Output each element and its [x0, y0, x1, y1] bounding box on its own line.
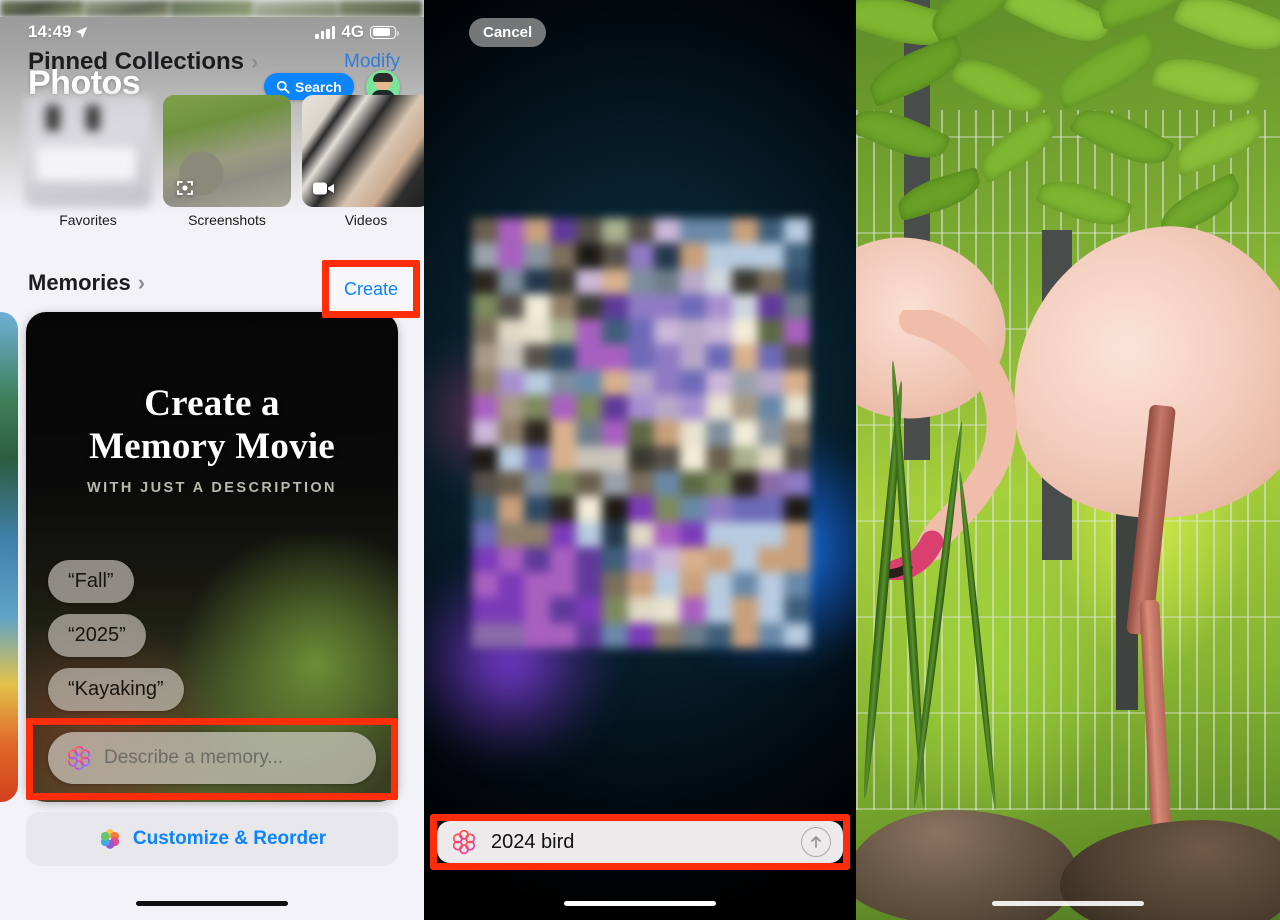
memory-card-title-line2: Memory Movie	[89, 426, 335, 468]
generating-preview-image	[472, 218, 810, 648]
apple-intelligence-icon	[452, 829, 476, 855]
search-label: Search	[295, 78, 342, 95]
suggestion-chip-fall[interactable]: “Fall”	[48, 560, 134, 603]
cancel-button[interactable]: Cancel	[469, 18, 547, 47]
memory-generation-panel: Cancel 2024 bird	[424, 0, 856, 920]
describe-a-memory-placeholder: Describe a memory...	[104, 747, 284, 768]
status-bar: 14:49 4G	[0, 17, 424, 47]
customize-and-reorder-button[interactable]: Customize & Reorder	[26, 812, 398, 866]
status-time: 14:49	[28, 22, 72, 41]
magnifier-icon	[276, 80, 290, 94]
prompt-value: 2024 bird	[491, 830, 575, 853]
blurred-photo-grid-strip	[0, 0, 424, 17]
memory-card-subtitle: WITH JUST A DESCRIPTION	[87, 480, 337, 496]
battery-icon	[370, 25, 399, 39]
three-panel-screenshot: 14:49 4G Pinned Collections › Modify Pho…	[0, 0, 1280, 920]
screenshot-frame-icon	[172, 177, 198, 199]
home-indicator	[992, 901, 1144, 906]
collection-label-screenshots: Screenshots	[188, 212, 266, 228]
apple-intelligence-icon	[67, 745, 91, 771]
memories-section-header: Memories › Create	[28, 270, 400, 296]
photos-app-panel: 14:49 4G Pinned Collections › Modify Pho…	[0, 0, 424, 920]
pinned-collections-labels: Favorites Screenshots Videos	[0, 212, 424, 228]
result-photo-panel	[856, 0, 1280, 920]
suggestion-chip-2025[interactable]: “2025”	[48, 614, 146, 657]
prompt-field-highlight: 2024 bird	[430, 814, 850, 870]
photos-flower-icon	[100, 829, 120, 849]
customize-and-reorder-label: Customize & Reorder	[132, 828, 327, 849]
memory-card-title: Create a Memory Movie	[26, 382, 398, 469]
memory-card-title-line1: Create a	[144, 383, 280, 424]
memory-card-peek-kayaking[interactable]	[0, 312, 18, 802]
network-type-label: 4G	[341, 22, 364, 41]
video-camera-icon	[311, 177, 337, 199]
chevron-right-icon: ›	[251, 49, 259, 74]
prompt-input[interactable]: 2024 bird	[437, 821, 843, 863]
memory-suggestion-chips: “Fall” “2025” “Kayaking”	[48, 560, 184, 711]
modify-button[interactable]: Modify	[344, 51, 400, 73]
cancel-label: Cancel	[483, 24, 533, 41]
collection-thumb-favorites[interactable]	[24, 95, 152, 207]
collection-thumb-screenshots[interactable]	[163, 95, 291, 207]
collection-thumb-videos[interactable]	[302, 95, 424, 207]
create-button[interactable]: Create	[346, 273, 400, 294]
create-memory-movie-card[interactable]: Create a Memory Movie WITH JUST A DESCRI…	[26, 312, 398, 802]
home-indicator	[136, 901, 288, 906]
suggestion-chip-kayaking[interactable]: “Kayaking”	[48, 668, 184, 711]
pinned-collections-thumbnails	[0, 95, 424, 207]
describe-a-memory-input[interactable]: Describe a memory...	[48, 732, 376, 784]
memories-header-link[interactable]: Memories ›	[28, 270, 145, 296]
cellular-signal-icon	[315, 25, 336, 39]
collection-label-videos: Videos	[344, 212, 388, 228]
location-arrow-icon	[76, 26, 88, 38]
home-indicator	[564, 901, 716, 906]
memories-label: Memories	[28, 270, 131, 295]
collection-label-favorites: Favorites	[59, 212, 117, 228]
arrow-up-circle-icon[interactable]	[801, 827, 831, 857]
chevron-right-icon: ›	[137, 270, 146, 295]
